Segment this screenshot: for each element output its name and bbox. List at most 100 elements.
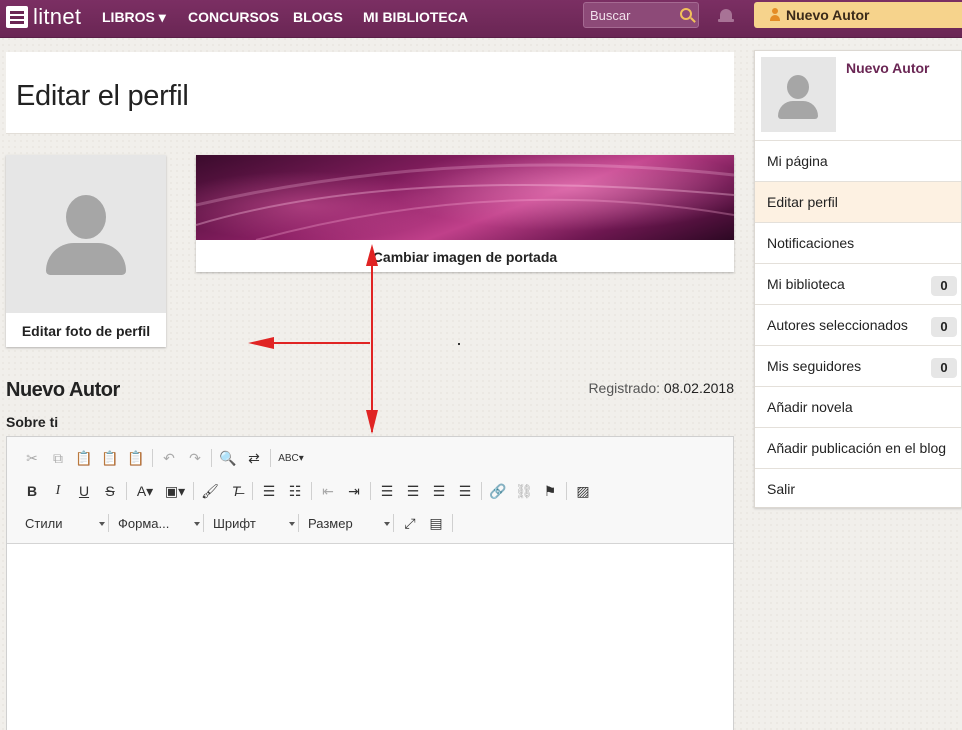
sidebar-item-label: Mis seguidores [767, 358, 862, 374]
dot [458, 343, 460, 345]
bell-icon[interactable] [718, 8, 734, 24]
toolbar-separator [311, 482, 312, 500]
registered-date: Registrado: 08.02.2018 [588, 380, 734, 396]
sidebar-item-label: Añadir novela [767, 399, 853, 415]
bold-icon[interactable]: B [19, 480, 45, 502]
unlink-icon[interactable]: ⛓ [511, 480, 537, 502]
find-icon[interactable]: 🔍 [215, 447, 241, 469]
image-icon[interactable]: ▨ [570, 480, 596, 502]
align-right-icon[interactable]: ☰ [426, 480, 452, 502]
toolbar-separator [126, 482, 127, 500]
litnet-logo[interactable]: litnet [6, 4, 81, 30]
sidebar-item-label: Mi página [767, 153, 828, 169]
spellcheck-icon[interactable]: ABC▾ [274, 447, 308, 469]
change-cover-button[interactable]: Cambiar imagen de portada [196, 249, 734, 265]
nav-libros[interactable]: LIBROS ▾ [102, 9, 166, 26]
strikethrough-icon[interactable]: S [97, 480, 123, 502]
paste-icon[interactable]: 📋 [71, 447, 97, 469]
edit-photo-button[interactable]: Editar foto de perfil [6, 323, 166, 339]
toolbar-separator [393, 514, 394, 532]
cover-swirl-decoration [196, 163, 734, 240]
title-card: Editar el perfil [6, 52, 734, 134]
author-name: Nuevo Autor [6, 379, 120, 401]
font-label: Шрифт [213, 515, 256, 531]
sidebar-item-label: Notificaciones [767, 235, 855, 251]
nav-concursos[interactable]: CONCURSOS [188, 9, 279, 25]
align-center-icon[interactable]: ☰ [400, 480, 426, 502]
sidebar-item-label: Mi biblioteca [767, 276, 845, 292]
toolbar-separator [203, 514, 204, 532]
user-button-label: Nuevo Autor [786, 7, 870, 23]
page-title: Editar el perfil [16, 80, 189, 112]
size-dropdown[interactable]: Размер [302, 512, 390, 534]
indent-icon[interactable]: ⇥ [341, 480, 367, 502]
underline-icon[interactable]: U [71, 480, 97, 502]
remove-format-icon[interactable]: T̶ [223, 480, 249, 502]
link-icon[interactable]: 🔗 [485, 480, 511, 502]
sidebar-avatar[interactable] [761, 57, 836, 132]
nav-blogs[interactable]: BLOGS [293, 9, 343, 25]
sidebar-item-mi-pagina[interactable]: Mi página [755, 140, 961, 181]
anchor-flag-icon[interactable]: ⚑ [537, 480, 563, 502]
user-icon [770, 8, 780, 21]
italic-icon[interactable]: I [45, 480, 71, 502]
cover-image-card[interactable]: Cambiar imagen de portada [196, 155, 734, 272]
profile-sidebar: Nuevo Autor Mi página Editar perfil Noti… [754, 50, 962, 508]
numbered-list-icon[interactable]: ☰ [256, 480, 282, 502]
sidebar-item-mi-biblioteca[interactable]: Mi biblioteca 0 [755, 263, 961, 304]
toolbar-separator [211, 449, 212, 467]
sidebar-item-editar-perfil[interactable]: Editar perfil [755, 181, 961, 222]
align-left-icon[interactable]: ☰ [374, 480, 400, 502]
format-dropdown[interactable]: Форма... [112, 512, 200, 534]
paste-text-icon[interactable]: 📋 [97, 447, 123, 469]
sidebar-item-notificaciones[interactable]: Notificaciones [755, 222, 961, 263]
show-blocks-icon[interactable]: ▤ [423, 512, 449, 534]
top-bar: litnet LIBROS ▾ CONCURSOS BLOGS MI BIBLI… [0, 0, 962, 38]
toolbar-separator [252, 482, 253, 500]
arrow-head-down [366, 410, 378, 434]
sidebar-item-salir[interactable]: Salir [755, 468, 961, 509]
align-justify-icon[interactable]: ☰ [452, 480, 478, 502]
text-color-icon[interactable]: A▾ [130, 480, 160, 502]
editor-toolbar: ✂ ⧉ 📋 📋 📋 ↶ ↷ 🔍 ⇄ ABC▾ B I U S A▾ ▣▾ 🖌 T… [7, 437, 733, 544]
undo-icon[interactable]: ↶ [156, 447, 182, 469]
sidebar-item-label: Salir [767, 481, 796, 497]
replace-icon[interactable]: ⇄ [241, 447, 267, 469]
arrow-head-left [248, 337, 274, 349]
person-body-icon [46, 243, 126, 275]
styles-label: Стили [25, 515, 63, 531]
sidebar-item-autores-seleccionados[interactable]: Autores seleccionados 0 [755, 304, 961, 345]
paste-word-icon[interactable]: 📋 [123, 447, 149, 469]
size-label: Размер [308, 515, 353, 531]
copy-format-icon[interactable]: 🖌 [197, 480, 223, 502]
redo-icon[interactable]: ↷ [182, 447, 208, 469]
count-badge: 0 [931, 317, 957, 337]
outdent-icon[interactable]: ⇤ [315, 480, 341, 502]
sidebar-item-anadir-publicacion[interactable]: Añadir publicación en el blog [755, 427, 961, 468]
editor-content-area[interactable] [7, 544, 733, 730]
search-icon[interactable] [680, 8, 692, 20]
toolbar-separator [193, 482, 194, 500]
sidebar-item-label: Añadir publicación en el blog [767, 440, 947, 456]
cover-image [196, 155, 734, 240]
copy-icon[interactable]: ⧉ [45, 447, 71, 469]
search-input[interactable]: Buscar [583, 2, 699, 28]
profile-photo-card[interactable]: Editar foto de perfil [6, 155, 166, 347]
styles-dropdown[interactable]: Стили [19, 512, 105, 534]
sidebar-item-label: Editar perfil [767, 194, 838, 210]
sidebar-item-mis-seguidores[interactable]: Mis seguidores 0 [755, 345, 961, 386]
cut-icon[interactable]: ✂ [19, 447, 45, 469]
toolbar-separator [481, 482, 482, 500]
background-color-icon[interactable]: ▣▾ [160, 480, 190, 502]
bulleted-list-icon[interactable]: ☷ [282, 480, 308, 502]
maximize-icon[interactable]: ⤢ [397, 512, 423, 534]
logo-text: litnet [33, 4, 82, 29]
nav-mi-biblioteca[interactable]: MI BIBLIOTECA [363, 9, 468, 25]
sidebar-user-name[interactable]: Nuevo Autor [846, 60, 929, 76]
avatar-placeholder[interactable] [6, 155, 166, 313]
toolbar-separator [370, 482, 371, 500]
registered-value: 08.02.2018 [663, 380, 734, 396]
user-menu-button[interactable]: Nuevo Autor [754, 2, 962, 28]
font-dropdown[interactable]: Шрифт [207, 512, 295, 534]
sidebar-item-anadir-novela[interactable]: Añadir novela [755, 386, 961, 427]
